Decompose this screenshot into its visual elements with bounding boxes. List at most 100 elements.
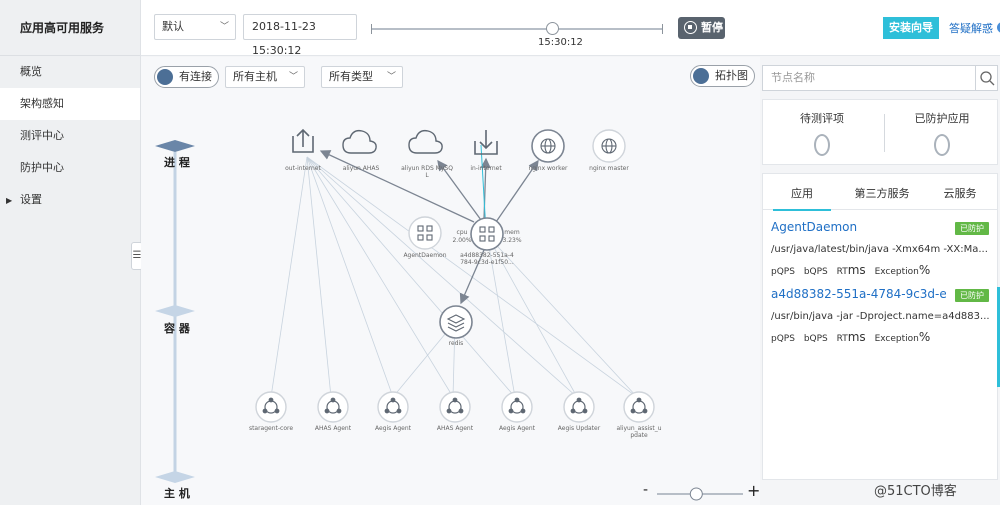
environment-select[interactable]: 默认 ﹀ — [154, 14, 236, 40]
stop-circle-icon — [684, 21, 697, 34]
node-nginx-master[interactable]: nginx master — [589, 129, 629, 172]
cloud-icon — [408, 129, 443, 154]
sidebar-item-label: 设置 — [20, 193, 42, 206]
details-panel: 节点名称 待测评项 已防护应用 应用 第三方服务 云服务 AgentDaemon — [760, 57, 1000, 505]
faq-link[interactable]: 答疑解惑 — [949, 20, 1000, 36]
node-label: L — [425, 172, 429, 179]
watermark: @51CTO博客 — [874, 484, 957, 499]
install-wizard-button[interactable]: 安装向导 — [883, 17, 939, 39]
sidebar: 应用高可用服务 概览 架构感知 测评中心 防护中心 ▶ 设置 — [0, 0, 141, 505]
tab-third-party[interactable]: 第三方服务 — [843, 185, 921, 201]
search-placeholder: 节点名称 — [771, 71, 815, 84]
node-label: aliyun_assist_u — [616, 425, 661, 432]
app-name-link[interactable]: a4d88382-551a-4784-9c3d-e... — [771, 287, 946, 301]
list-item[interactable]: a4d88382-551a-4784-9c3d-e... 已防护 /usr/bi… — [763, 277, 997, 344]
sidebar-item-architecture[interactable]: 架构感知 — [0, 88, 140, 120]
stat-protected-apps[interactable]: 已防护应用 — [883, 110, 1000, 156]
search-icon — [980, 71, 995, 86]
search-button[interactable] — [975, 66, 997, 90]
node-label: staragent-core — [249, 425, 293, 432]
node-host-3[interactable]: AHAS Agent — [437, 391, 474, 432]
time-slider[interactable] — [371, 22, 663, 35]
node-label: Aegis Agent — [499, 425, 536, 432]
node-label: AHAS Agent — [315, 425, 352, 432]
node-label: pdate — [630, 432, 648, 439]
node-agentdaemon[interactable]: AgentDaemon — [403, 216, 447, 259]
process-layer-marker[interactable] — [155, 140, 195, 152]
app-name-link[interactable]: AgentDaemon — [771, 220, 946, 234]
node-label: aliyun AHAS — [343, 165, 380, 172]
zoom-out-button[interactable]: - — [643, 482, 648, 498]
slider-time-label: 15:30:12 — [538, 37, 583, 48]
mem-label: mem — [504, 229, 520, 236]
node-in-internet[interactable]: in-internet — [470, 130, 502, 172]
sidebar-item-settings[interactable]: ▶ 设置 — [0, 184, 140, 216]
environment-select-value: 默认 — [162, 20, 184, 33]
sidebar-item-protection[interactable]: 防护中心 — [0, 152, 140, 184]
node-host-5[interactable]: Aegis Updater — [558, 391, 601, 432]
cpu-label: cpu — [457, 229, 468, 236]
pause-button[interactable]: 暂停 — [678, 17, 725, 39]
sidebar-item-overview[interactable]: 概览 — [0, 56, 140, 88]
node-label: redis — [449, 340, 464, 347]
node-host-4[interactable]: Aegis Agent — [499, 391, 536, 432]
app-metrics: pQPS bQPS RTms Exception% — [771, 263, 989, 277]
stat-value-zero — [814, 134, 830, 156]
zoom-in-button[interactable]: + — [747, 481, 760, 500]
topology-canvas[interactable]: 有连接 所有主机 ﹀ 所有类型 ﹀ 拓扑图 out-internet aliyu… — [141, 57, 760, 505]
node-label: 784-9c3d-e1f50... — [460, 259, 514, 266]
list-item[interactable]: AgentDaemon 已防护 /usr/java/latest/bin/jav… — [763, 210, 997, 277]
zoom-slider[interactable] — [657, 487, 743, 501]
container-layer-marker[interactable] — [155, 305, 195, 317]
node-label: in-internet — [470, 165, 502, 172]
node-redis[interactable]: redis — [439, 305, 473, 347]
time-slider-thumb[interactable] — [546, 22, 560, 35]
cpu-value: 2.00% — [452, 237, 471, 244]
rt-label: RT — [836, 267, 848, 277]
node-aliyun-ahas[interactable]: aliyun AHAS — [342, 129, 380, 172]
sidebar-item-evaluation[interactable]: 测评中心 — [0, 120, 140, 152]
node-out-internet[interactable]: out-internet — [285, 128, 322, 172]
node-nginx-worker[interactable]: nginx worker — [528, 129, 568, 172]
tab-apps[interactable]: 应用 — [763, 185, 841, 211]
tab-bar: 应用 第三方服务 云服务 — [763, 174, 999, 211]
container-layer-label: 容 器 — [164, 322, 190, 335]
node-host-1[interactable]: AHAS Agent — [315, 391, 352, 432]
app-command: /usr/java/latest/bin/java -Xmx64m -XX:Ma… — [771, 244, 988, 255]
tab-cloud[interactable]: 云服务 — [921, 185, 999, 201]
topology-graph: out-internet aliyun AHAS aliyun RDS MySQ… — [155, 128, 662, 483]
stat-value-zero — [934, 134, 950, 156]
node-label: Aegis Agent — [375, 425, 412, 432]
slider-end-tick — [662, 24, 663, 34]
app-command: /usr/bin/java -jar -Dproject.name=a4d883… — [771, 311, 989, 322]
host-layer-label: 主 机 — [164, 487, 190, 500]
exception-unit: % — [918, 330, 931, 344]
caret-right-icon: ▶ — [6, 196, 13, 205]
node-label: Aegis Updater — [558, 425, 601, 432]
process-layer-label: 进 程 — [164, 156, 190, 169]
stat-pending-evaluations[interactable]: 待测评项 — [763, 110, 881, 156]
exception-label: Exception — [874, 267, 919, 277]
exception-unit: % — [918, 263, 931, 277]
app-title: 应用高可用服务 — [0, 0, 140, 56]
apps-card: 应用 第三方服务 云服务 AgentDaemon 已防护 /usr/java/l… — [762, 173, 998, 480]
slider-start-tick — [371, 24, 372, 34]
node-aliyun-rds[interactable]: aliyun RDS MySQ L — [401, 129, 453, 179]
rt-label: RT — [836, 334, 848, 344]
datetime-input[interactable]: 2018-11-23 15:30:12 — [243, 14, 357, 57]
zoom-slider-thumb[interactable] — [689, 487, 703, 501]
node-container-main[interactable]: cpu 2.00% mem 3.23% a4d88382-551a-4 784-… — [452, 217, 522, 266]
bqps-label: bQPS — [803, 334, 828, 344]
node-search-input[interactable]: 节点名称 — [762, 65, 998, 91]
node-host-2[interactable]: Aegis Agent — [375, 391, 412, 432]
bqps-label: bQPS — [803, 267, 828, 277]
node-host-0[interactable]: staragent-core — [249, 391, 293, 432]
node-host-6[interactable]: aliyun_assist_update — [616, 391, 662, 439]
mem-value: 3.23% — [502, 237, 521, 244]
protected-badge: 已防护 — [955, 222, 989, 235]
rt-unit: ms — [847, 330, 866, 344]
exception-label: Exception — [874, 334, 919, 344]
host-layer-marker[interactable] — [155, 471, 195, 483]
chevron-down-icon: ﹀ — [219, 22, 229, 32]
faq-link-label: 答疑解惑 — [949, 22, 993, 35]
